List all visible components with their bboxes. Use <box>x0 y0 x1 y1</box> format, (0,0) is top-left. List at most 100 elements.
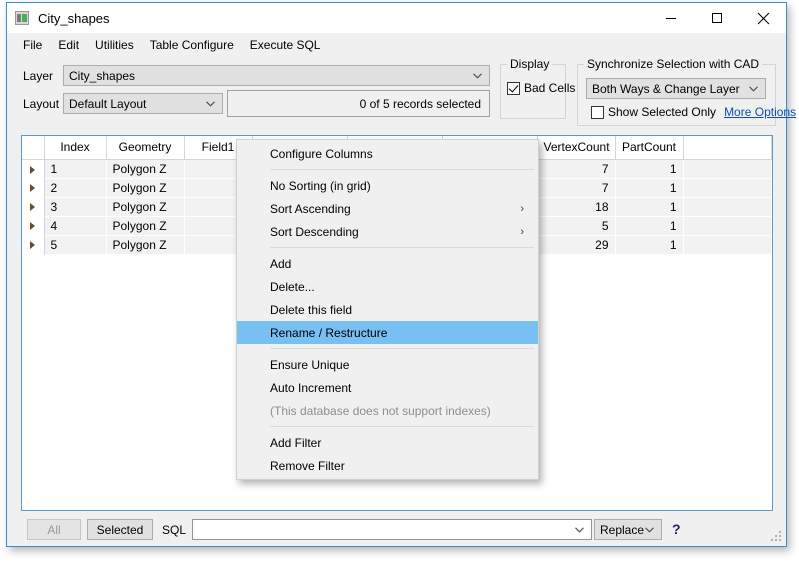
layout-combobox[interactable]: Default Layout <box>63 93 223 114</box>
menu-table-configure[interactable]: Table Configure <box>142 35 242 55</box>
cell-partcount[interactable]: 1 <box>615 235 684 255</box>
menu-separator <box>270 169 534 170</box>
window-title: City_shapes <box>38 10 110 26</box>
sql-input[interactable] <box>192 519 592 540</box>
sync-selection-groupbox: Synchronize Selection with CAD Both Ways… <box>577 57 796 126</box>
cell-index[interactable]: 2 <box>44 178 107 198</box>
bad-cells-checkbox[interactable] <box>507 81 520 95</box>
column-context-menu[interactable]: Configure Columns No Sorting (in grid) S… <box>236 139 539 480</box>
grid-header-index[interactable]: Index <box>44 136 107 160</box>
close-button[interactable] <box>740 3 786 33</box>
row-selector[interactable] <box>22 235 45 254</box>
display-group-title: Display <box>507 57 553 71</box>
cell-filler <box>683 159 772 179</box>
show-selected-only-checkbox[interactable] <box>591 105 604 119</box>
row-selector[interactable] <box>22 197 45 216</box>
cell-filler <box>683 197 772 217</box>
cell-geometry[interactable]: Polygon Z <box>106 235 185 255</box>
layout-combobox-value: Default Layout <box>69 96 147 111</box>
help-button[interactable]: ? <box>672 521 681 537</box>
cell-vertexcount[interactable]: 29 <box>537 235 616 255</box>
cell-vertexcount[interactable]: 18 <box>537 197 616 217</box>
menu-item-ensure-unique[interactable]: Ensure Unique <box>237 353 538 376</box>
menu-utilities[interactable]: Utilities <box>87 35 142 55</box>
replace-mode-value: Replace <box>600 522 645 537</box>
row-marker-icon <box>30 222 36 231</box>
show-selected-only-row[interactable]: Show Selected Only More Options <box>591 105 796 119</box>
maximize-icon <box>712 13 722 23</box>
chevron-down-icon <box>473 72 482 79</box>
layout-label: Layout <box>23 97 60 111</box>
bottom-bar: All Selected SQL Replace ? <box>7 511 786 546</box>
cell-partcount[interactable]: 1 <box>615 178 684 198</box>
desktop-background: City_shapes File Edit Utilities Table Co… <box>0 0 799 564</box>
menu-execute-sql[interactable]: Execute SQL <box>242 35 329 55</box>
close-icon <box>757 12 769 24</box>
menu-item-add-filter[interactable]: Add Filter <box>237 431 538 454</box>
toolbar-area: Layer City_shapes Layout Default Layout … <box>7 57 796 128</box>
bad-cells-checkbox-row[interactable]: Bad Cells <box>507 81 575 95</box>
menu-item-remove-filter[interactable]: Remove Filter <box>237 454 538 477</box>
menu-separator <box>270 348 534 349</box>
cell-index[interactable]: 5 <box>44 235 107 255</box>
menu-item-rename-restructure[interactable]: Rename / Restructure <box>237 321 538 344</box>
cell-vertexcount[interactable]: 5 <box>537 216 616 236</box>
replace-mode-combobox[interactable]: Replace <box>594 519 662 540</box>
more-options-link[interactable]: More Options <box>724 105 796 119</box>
cell-partcount[interactable]: 1 <box>615 216 684 236</box>
display-groupbox: Display Bad Cells <box>500 57 575 119</box>
grid-header-partcount[interactable]: PartCount <box>615 136 684 160</box>
show-selected-only-label: Show Selected Only <box>608 105 717 119</box>
cell-vertexcount[interactable]: 7 <box>537 178 616 198</box>
maximize-button[interactable] <box>694 3 740 33</box>
cell-index[interactable]: 1 <box>44 159 107 179</box>
cell-geometry[interactable]: Polygon Z <box>106 197 185 217</box>
cell-geometry[interactable]: Polygon Z <box>106 159 185 179</box>
row-selector[interactable] <box>22 178 45 197</box>
minimize-button[interactable] <box>648 3 694 33</box>
window-controls <box>648 3 786 33</box>
chevron-down-icon <box>749 85 758 92</box>
cell-index[interactable]: 4 <box>44 216 107 236</box>
chevron-down-icon[interactable] <box>575 526 584 533</box>
menu-separator <box>270 426 534 427</box>
menu-item-auto-increment[interactable]: Auto Increment <box>237 376 538 399</box>
row-selector[interactable] <box>22 159 45 178</box>
layer-label: Layer <box>23 69 54 83</box>
grid-header-geometry[interactable]: Geometry <box>106 136 185 160</box>
bad-cells-label: Bad Cells <box>524 81 576 95</box>
resize-grip[interactable] <box>771 531 783 543</box>
cell-partcount[interactable]: 1 <box>615 159 684 179</box>
grid-header-vertexcount[interactable]: VertexCount <box>537 136 616 160</box>
menu-item-no-sorting[interactable]: No Sorting (in grid) <box>237 174 538 197</box>
row-marker-icon <box>30 203 36 212</box>
menu-item-add[interactable]: Add <box>237 252 538 275</box>
menu-item-configure-columns[interactable]: Configure Columns <box>237 142 538 165</box>
application-icon <box>15 11 29 25</box>
minimize-icon <box>666 18 676 19</box>
menu-item-delete-this-field[interactable]: Delete this field <box>237 298 538 321</box>
all-button[interactable]: All <box>27 519 81 540</box>
menu-item-sort-descending[interactable]: Sort Descending › <box>237 220 538 243</box>
cell-filler <box>683 216 772 236</box>
menu-file[interactable]: File <box>15 35 50 55</box>
selected-button[interactable]: Selected <box>87 519 153 540</box>
cell-geometry[interactable]: Polygon Z <box>106 216 185 236</box>
cell-index[interactable]: 3 <box>44 197 107 217</box>
cell-vertexcount[interactable]: 7 <box>537 159 616 179</box>
menu-item-sort-ascending[interactable]: Sort Ascending › <box>237 197 538 220</box>
grid-header-rowselector <box>22 136 45 160</box>
cell-partcount[interactable]: 1 <box>615 197 684 217</box>
menu-edit[interactable]: Edit <box>50 35 87 55</box>
chevron-down-icon <box>206 100 215 107</box>
layer-combobox[interactable]: City_shapes <box>63 65 490 86</box>
cell-filler <box>683 235 772 255</box>
row-selector[interactable] <box>22 216 45 235</box>
chevron-down-icon <box>645 526 654 533</box>
records-selected-status: 0 of 5 records selected <box>227 90 490 117</box>
sync-mode-combobox[interactable]: Both Ways & Change Layer <box>586 78 766 99</box>
menu-bar: File Edit Utilities Table Configure Exec… <box>7 33 786 57</box>
title-bar: City_shapes <box>7 3 786 33</box>
menu-item-delete[interactable]: Delete... <box>237 275 538 298</box>
cell-geometry[interactable]: Polygon Z <box>106 178 185 198</box>
